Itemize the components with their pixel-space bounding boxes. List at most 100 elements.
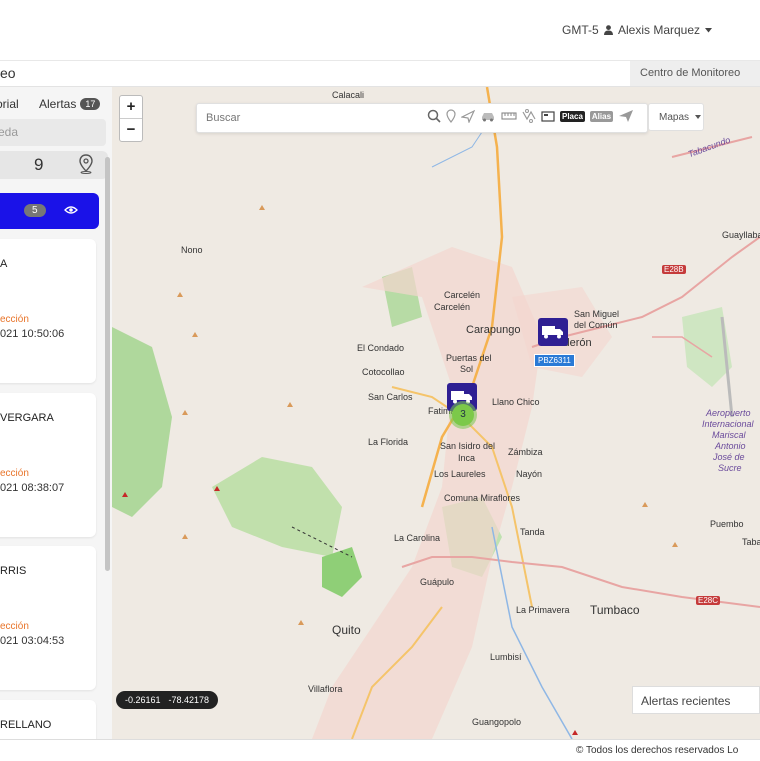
caret-down-icon <box>694 115 701 120</box>
map-label: Mariscal <box>712 430 746 440</box>
user-menu[interactable]: Alexis Marquez <box>604 23 713 37</box>
map-label: Llano Chico <box>492 397 540 407</box>
map-label: Quito <box>332 623 361 637</box>
map-label: del Común <box>574 320 618 330</box>
vehicle-card[interactable]: A ección 021 10:50:06 <box>0 239 96 383</box>
latitude-value: -0.26161 <box>124 695 161 705</box>
group-count-badge: 5 <box>24 204 46 217</box>
vehicle-direction-label: ección <box>0 314 29 325</box>
map-label: Los Laureles <box>434 469 486 479</box>
road-shield: E28B <box>662 265 686 274</box>
tab-alerts[interactable]: Alertas 17 <box>39 97 101 111</box>
map-label: Guayllaba <box>722 230 760 240</box>
vehicle-cluster[interactable]: 3 <box>449 401 477 429</box>
map-label: San Isidro del <box>440 441 496 451</box>
breadcrumb[interactable]: Centro de Monitoreo <box>630 61 760 86</box>
vehicle-driver-name: RRIS <box>0 565 27 577</box>
vehicle-card[interactable]: RELLANO <box>0 700 96 739</box>
cluster-count: 3 <box>452 404 474 426</box>
alerts-count-badge: 17 <box>80 98 101 110</box>
map-label: Zámbiza <box>508 447 543 457</box>
map-label: Sol <box>460 364 474 374</box>
map-search-placeholder: Buscar <box>206 112 241 124</box>
map-label: Antonio <box>715 441 746 451</box>
map-label: La Carolina <box>394 533 441 543</box>
truck-icon <box>542 326 563 339</box>
geofence-icon[interactable] <box>522 109 536 123</box>
map-label: La Primavera <box>516 605 570 615</box>
map-label: Guangopolo <box>472 717 522 727</box>
zoom-in-button[interactable]: + <box>120 96 142 118</box>
recent-alerts-panel[interactable]: Alertas recientes <box>632 686 760 714</box>
map-layers-label: Mapas <box>659 112 690 123</box>
vehicle-group-header[interactable]: 5 <box>0 193 99 229</box>
ruler-icon[interactable] <box>501 111 517 121</box>
copyright-text: © Todos los derechos reservados Lo <box>576 745 739 756</box>
page-title: eo <box>0 65 16 81</box>
search-icon[interactable] <box>427 109 441 123</box>
map-label: Comuna Miraflores <box>444 493 521 503</box>
vehicle-sidebar: orial Alertas 17 eda 9 5 A ección 021 10… <box>0 87 113 739</box>
plate-toggle[interactable]: Placa <box>560 110 585 122</box>
car-icon[interactable] <box>480 110 496 122</box>
map-view[interactable]: Calacali Tabacundo Guayllaba Nono E28B C… <box>112 87 760 739</box>
vehicle-driver-name: VERGARA <box>0 412 54 424</box>
footer: © Todos los derechos reservados Lo <box>0 739 760 761</box>
eye-icon[interactable] <box>64 205 78 215</box>
map-search-tools: Placa Alias <box>427 109 634 123</box>
map-label: Tumbaco <box>590 603 640 617</box>
map-label: Puembo <box>710 519 744 529</box>
map-label: Guápulo <box>420 577 455 587</box>
vehicle-plate-label: PBZ6311 <box>534 354 575 367</box>
zoom-control: + − <box>119 95 143 142</box>
map-label: Nayón <box>516 469 543 479</box>
longitude-value: -78.42178 <box>168 695 210 705</box>
alias-toggle[interactable]: Alias <box>589 110 614 122</box>
sidebar-search-input[interactable]: eda <box>0 119 106 146</box>
route-icon[interactable] <box>461 109 475 123</box>
vehicle-direction-label: ección <box>0 621 29 632</box>
sidebar-scrollbar[interactable] <box>105 157 110 571</box>
coordinates-readout: -0.26161 -78.42178 <box>116 691 218 709</box>
vehicle-last-report: 021 03:04:53 <box>0 635 65 647</box>
sidebar-search-placeholder: eda <box>0 125 19 139</box>
map-label: Nono <box>181 245 203 255</box>
vehicle-last-report: 021 10:50:06 <box>0 328 65 340</box>
map-label: La Florida <box>368 437 409 447</box>
vehicle-marker[interactable] <box>538 318 568 346</box>
vehicle-direction-label: ección <box>0 468 29 479</box>
map-label: Internacional <box>702 419 754 429</box>
map-label: Villaflora <box>308 684 343 694</box>
map-label: Tanda <box>520 527 545 537</box>
map-label: Cotocollao <box>362 367 405 377</box>
vehicle-driver-name: A <box>0 258 8 270</box>
sub-header: eo Centro de Monitoreo <box>0 61 760 87</box>
map-label: Lumbisí <box>490 652 522 662</box>
user-name: Alexis Marquez <box>618 23 701 37</box>
map-label: Carcelén <box>434 302 471 312</box>
map-label: Puertas del <box>446 353 492 363</box>
map-search-bar[interactable]: Buscar Placa Alias <box>196 103 648 133</box>
map-label: Sucre <box>718 463 742 473</box>
timezone-label: GMT-5 <box>562 23 599 37</box>
map-label: Taba <box>742 537 760 547</box>
map-pin-icon[interactable] <box>78 154 94 174</box>
vehicle-card[interactable]: VERGARA ección 021 08:38:07 <box>0 393 96 537</box>
top-bar: GMT-5 Alexis Marquez <box>0 0 760 61</box>
road-shield: E28C <box>696 596 721 605</box>
vehicle-stats-row: 9 <box>0 151 108 179</box>
map-label: José de <box>713 452 745 462</box>
map-layers-dropdown[interactable]: Mapas <box>648 103 704 131</box>
zoom-out-button[interactable]: − <box>120 118 142 141</box>
user-icon <box>604 25 613 35</box>
label-toggle-icon[interactable] <box>541 110 555 122</box>
send-icon[interactable] <box>618 109 634 123</box>
caret-down-icon <box>705 27 713 32</box>
tab-alerts-label: Alertas <box>39 97 77 111</box>
vehicle-card[interactable]: RRIS ección 021 03:04:53 <box>0 546 96 690</box>
vehicle-last-report: 021 08:38:07 <box>0 482 65 494</box>
map-label: Carapungo <box>466 324 521 336</box>
map-label: San Carlos <box>368 392 413 402</box>
tab-history[interactable]: orial <box>0 97 19 111</box>
location-pin-icon[interactable] <box>446 109 456 123</box>
